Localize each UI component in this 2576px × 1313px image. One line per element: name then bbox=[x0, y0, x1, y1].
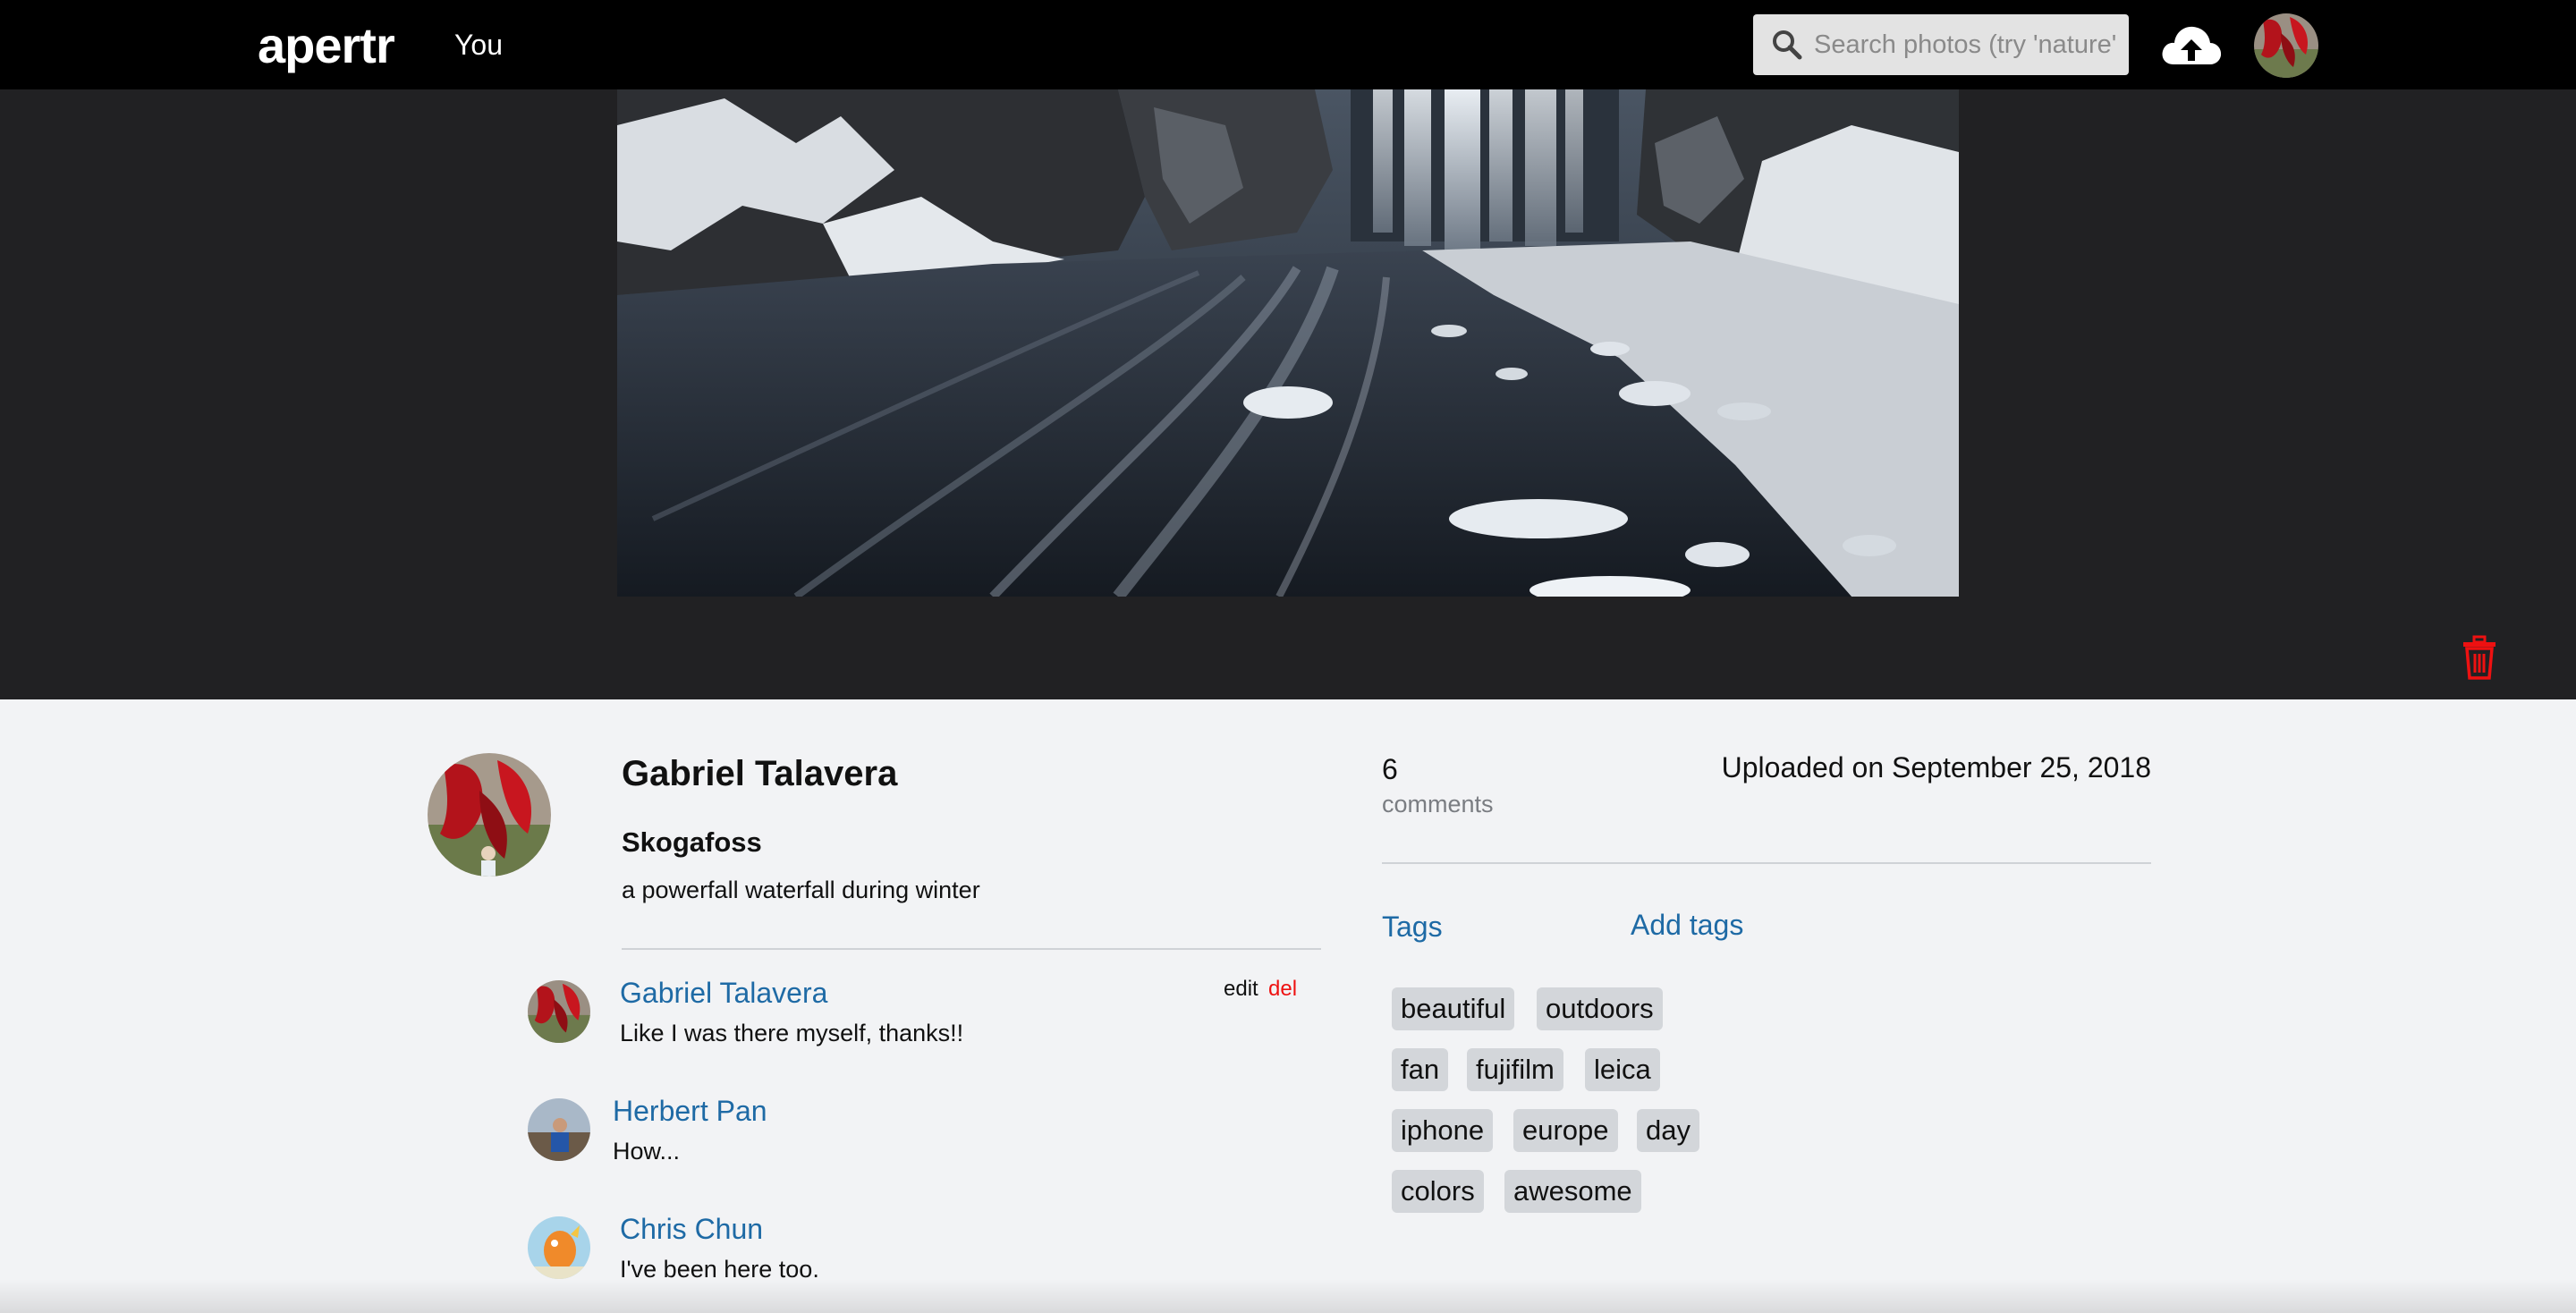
comment-text: Like I was there myself, thanks!! bbox=[620, 1020, 964, 1046]
comment-avatar[interactable] bbox=[528, 980, 590, 1043]
comment-avatar[interactable] bbox=[528, 1098, 590, 1161]
edit-comment-link[interactable]: edit bbox=[1224, 977, 1258, 1002]
comment-text: How... bbox=[613, 1138, 681, 1165]
search-bar bbox=[1753, 14, 2129, 75]
tag[interactable]: day bbox=[1637, 1109, 1699, 1152]
bottom-shadow bbox=[0, 1279, 2576, 1313]
photo-image bbox=[617, 89, 1959, 597]
upload-date: Uploaded on September 25, 2018 bbox=[1721, 751, 2151, 784]
photo-stage bbox=[0, 89, 2576, 699]
divider bbox=[1382, 862, 2151, 864]
top-nav: apertr You bbox=[0, 0, 2576, 89]
trash-icon[interactable] bbox=[2462, 635, 2497, 680]
comment-author[interactable]: Herbert Pan bbox=[613, 1095, 767, 1128]
comment-author[interactable]: Gabriel Talavera bbox=[620, 977, 827, 1010]
comment-author[interactable]: Chris Chun bbox=[620, 1213, 763, 1246]
comment-avatar[interactable] bbox=[528, 1216, 590, 1279]
tag[interactable]: beautiful bbox=[1392, 987, 1515, 1030]
delete-comment-link[interactable]: del bbox=[1268, 977, 1297, 1002]
nav-you-link[interactable]: You bbox=[454, 29, 503, 62]
divider bbox=[622, 948, 1321, 950]
photo-title: Skogafoss bbox=[622, 826, 762, 858]
tag[interactable]: leica bbox=[1585, 1048, 1660, 1091]
tag[interactable]: awesome bbox=[1504, 1170, 1641, 1213]
cloud-upload-icon[interactable] bbox=[2159, 20, 2224, 70]
search-input[interactable] bbox=[1814, 14, 2118, 75]
photo-description: a powerfall waterfall during winter bbox=[622, 877, 980, 903]
user-avatar[interactable] bbox=[2254, 13, 2318, 78]
comments-count: 6 bbox=[1382, 753, 1398, 785]
tag[interactable]: outdoors bbox=[1537, 987, 1663, 1030]
search-icon bbox=[1773, 30, 1802, 60]
logo[interactable]: apertr bbox=[258, 16, 395, 74]
add-tags-link[interactable]: Add tags bbox=[1631, 909, 1743, 942]
tag[interactable]: europe bbox=[1513, 1109, 1618, 1152]
tag[interactable]: fan bbox=[1392, 1048, 1449, 1091]
tag[interactable]: fujifilm bbox=[1467, 1048, 1563, 1091]
owner-avatar[interactable] bbox=[428, 753, 551, 877]
comments-label: comments bbox=[1382, 791, 1494, 817]
tag[interactable]: iphone bbox=[1392, 1109, 1494, 1152]
owner-name[interactable]: Gabriel Talavera bbox=[622, 754, 897, 794]
tags-heading: Tags bbox=[1382, 911, 1443, 943]
tag[interactable]: colors bbox=[1392, 1170, 1484, 1213]
